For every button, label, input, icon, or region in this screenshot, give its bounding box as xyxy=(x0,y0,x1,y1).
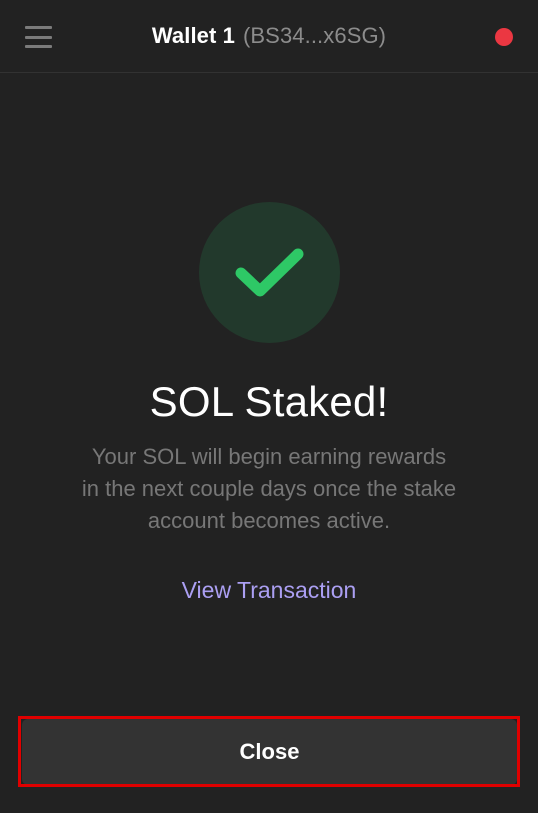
description-line: account becomes active. xyxy=(147,508,391,533)
success-title: SOL Staked! xyxy=(149,378,389,425)
menu-line xyxy=(25,26,52,29)
success-badge xyxy=(199,202,340,343)
header-bar: Wallet 1 (BS34...x6SG) xyxy=(0,0,538,73)
hamburger-menu-icon[interactable] xyxy=(25,26,53,48)
menu-line xyxy=(25,45,52,48)
menu-line xyxy=(25,35,52,39)
view-transaction-link[interactable]: View Transaction xyxy=(0,577,538,604)
success-description: Your SOL will begin earning rewards in t… xyxy=(40,441,498,537)
close-button[interactable]: Close xyxy=(22,719,517,785)
checkmark-icon xyxy=(235,248,303,296)
connection-status-dot[interactable] xyxy=(495,28,513,46)
wallet-title[interactable]: Wallet 1 (BS34...x6SG) xyxy=(152,23,386,49)
wallet-address: (BS34...x6SG) xyxy=(242,23,387,48)
description-line: in the next couple days once the stake xyxy=(81,476,457,501)
wallet-name: Wallet 1 xyxy=(151,23,235,48)
description-line: Your SOL will begin earning rewards xyxy=(91,444,447,469)
